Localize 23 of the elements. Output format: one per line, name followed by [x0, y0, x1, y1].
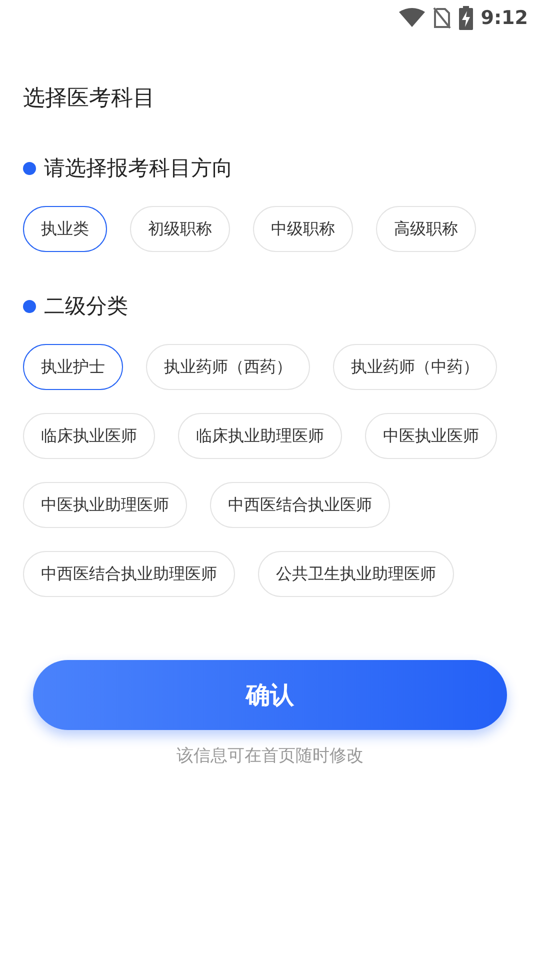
page-title: 选择医考科目 — [23, 85, 156, 113]
section-heading: 请选择报考科目方向 — [44, 155, 233, 182]
option-chip[interactable]: 临床执业医师 — [23, 413, 155, 459]
confirm-button[interactable]: 确认 — [33, 660, 507, 730]
option-chip[interactable]: 临床执业助理医师 — [178, 413, 342, 459]
status-time: 9:12 — [480, 6, 528, 31]
option-chip[interactable]: 初级职称 — [130, 206, 230, 252]
section-heading: 二级分类 — [44, 293, 128, 320]
battery-charging-icon — [458, 6, 473, 30]
option-chip[interactable]: 执业药师（西药） — [146, 344, 310, 390]
option-chip[interactable]: 中西医结合执业医师 — [210, 482, 390, 528]
option-chip[interactable]: 执业药师（中药） — [333, 344, 497, 390]
no-sim-icon — [432, 7, 451, 29]
option-chip[interactable]: 中医执业助理医师 — [23, 482, 187, 528]
option-chip[interactable]: 执业类 — [23, 206, 107, 252]
option-chip[interactable]: 执业护士 — [23, 344, 123, 390]
option-chip[interactable]: 中医执业医师 — [365, 413, 497, 459]
wifi-icon — [398, 8, 425, 28]
option-chip[interactable]: 高级职称 — [376, 206, 476, 252]
option-chip[interactable]: 公共卫生执业助理医师 — [258, 551, 454, 597]
hint-text: 该信息可在首页随时修改 — [176, 745, 364, 768]
option-chip[interactable]: 中西医结合执业助理医师 — [23, 551, 235, 597]
option-chip[interactable]: 中级职称 — [253, 206, 353, 252]
